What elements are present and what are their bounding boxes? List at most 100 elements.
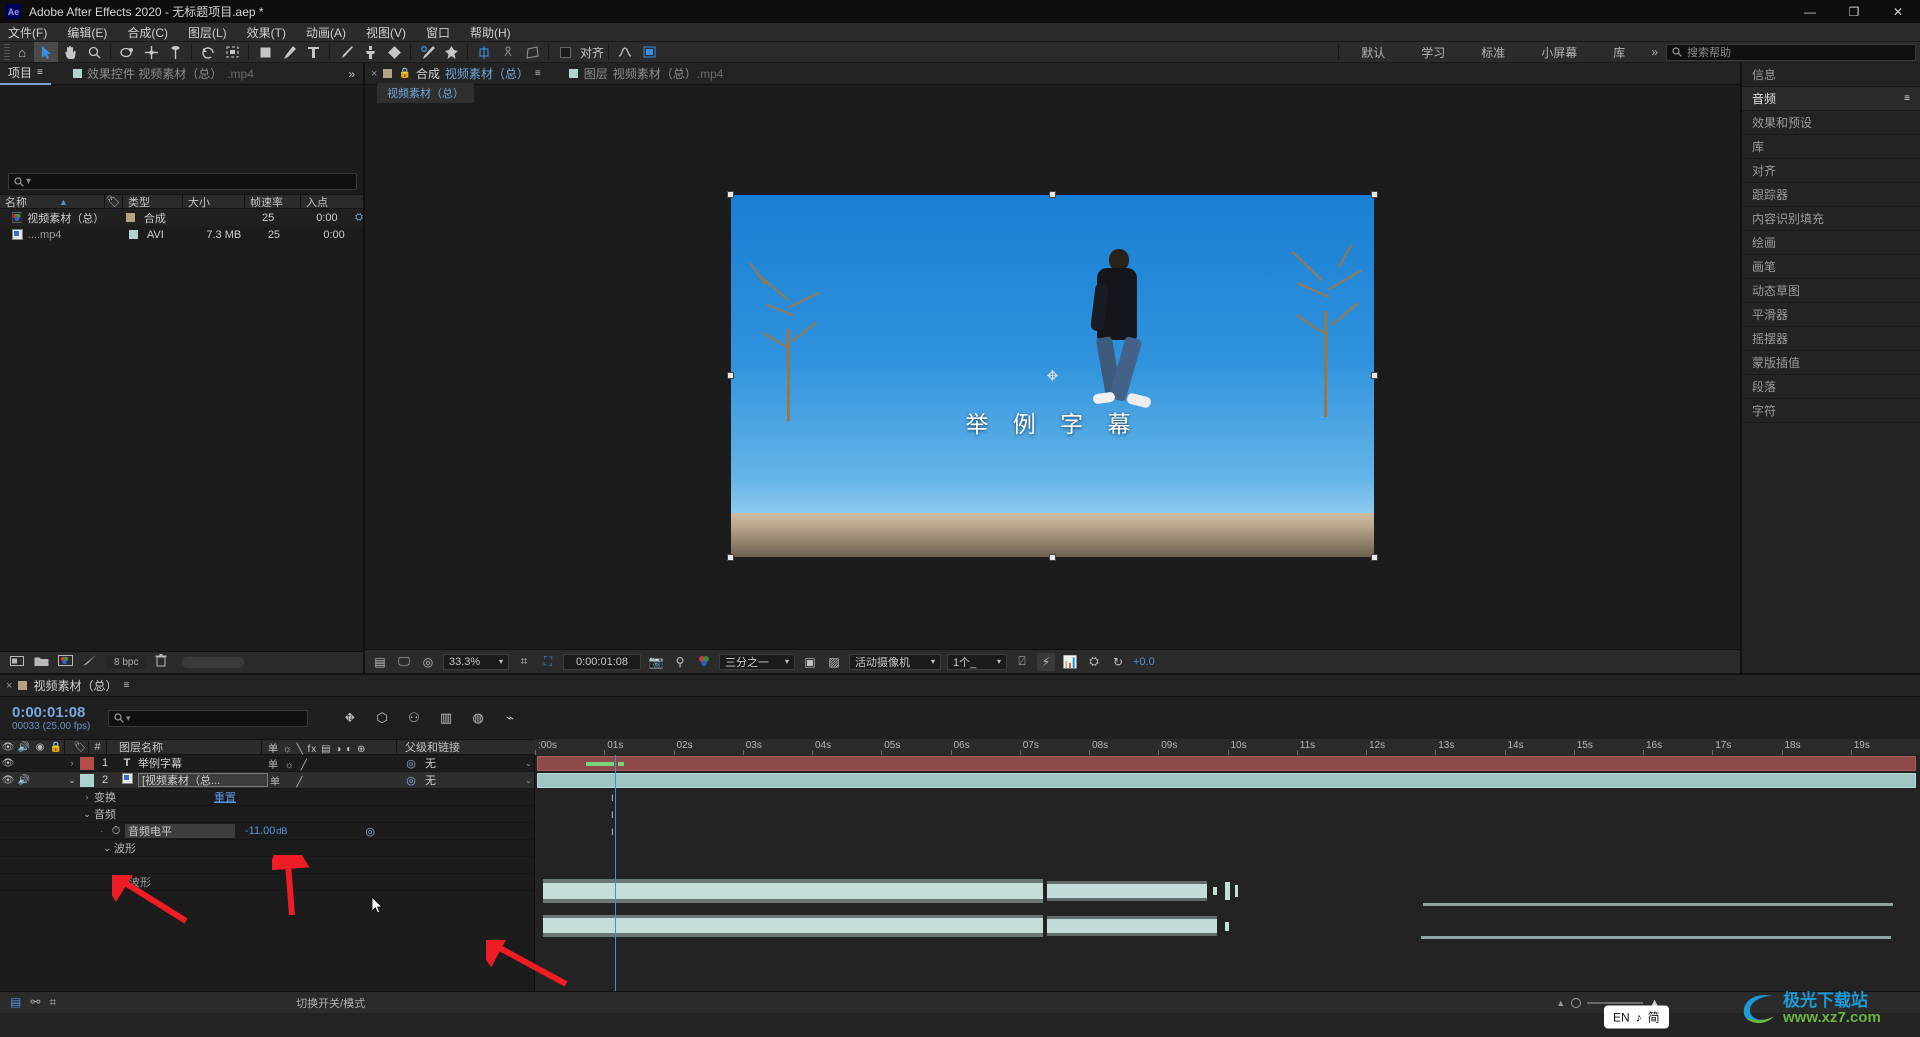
new-folder-icon[interactable] — [10, 654, 25, 672]
timeline-tab-close-icon[interactable]: × — [0, 680, 18, 692]
motion-icon[interactable]: ⌗ — [49, 995, 56, 1010]
keyframe-marker[interactable]: Ⅰ — [611, 827, 614, 838]
selection-tool-icon[interactable] — [34, 42, 58, 62]
keyframe-nav-icon[interactable]: · — [120, 877, 129, 887]
menu-edit[interactable]: 编辑(E) — [67, 24, 107, 41]
layer-bar-1[interactable] — [537, 756, 1916, 771]
twirl-arrow-icon[interactable]: › — [80, 792, 94, 802]
timeline-layer-row-1[interactable]: 👁 › 1 T 举例字幕 单 ☼ ╱ ◎ 无 ⌄ — [0, 755, 534, 772]
renderer-icon[interactable]: ◎ — [419, 653, 437, 671]
dock-item-libraries[interactable]: 库 — [1742, 135, 1920, 159]
home-icon[interactable]: ⌂ — [10, 42, 34, 62]
parent-pickwhip-icon[interactable]: ◎ — [401, 774, 421, 787]
selection-handle[interactable] — [727, 372, 734, 379]
search-dropdown-icon[interactable]: ▾ — [126, 713, 131, 724]
comp-timecode[interactable]: 0:00:01:08 — [563, 653, 641, 670]
property-row-waveform[interactable]: · 波形 — [0, 874, 534, 891]
reset-link[interactable]: 重置 — [214, 789, 236, 805]
keyframe-marker[interactable]: Ⅰ — [611, 793, 614, 804]
workspace-tab-default[interactable]: 默认 — [1343, 44, 1403, 61]
interpret-footage-icon[interactable] — [82, 654, 97, 672]
dock-item-wiggler[interactable]: 摇摆器 — [1742, 327, 1920, 351]
twirl-arrow-icon[interactable]: › — [64, 758, 80, 768]
type-tool-icon[interactable] — [301, 42, 325, 62]
audio-toggle-header-icon[interactable]: 🔊 — [16, 742, 32, 753]
column-inpoint[interactable]: 入点 — [301, 194, 359, 209]
composition-mini-flowchart-icon[interactable]: ⛖ — [338, 707, 362, 729]
comp-tab-menu-icon[interactable]: ≡ — [535, 68, 541, 79]
dock-item-audio[interactable]: 音频 ≡ — [1742, 87, 1920, 111]
video-toggle[interactable]: 👁 — [0, 775, 16, 786]
chevron-down-icon[interactable]: ⌄ — [525, 759, 532, 768]
dock-item-content-aware-fill[interactable]: 内容识别填充 — [1742, 207, 1920, 231]
timeline-tab-menu-icon[interactable]: ≡ — [123, 680, 129, 691]
composition-flowchart-icon[interactable]: ⛭ — [355, 212, 363, 223]
twirl-arrow-icon[interactable]: ⌄ — [100, 843, 114, 854]
motion-blur-icon[interactable] — [637, 42, 661, 62]
fast-preview-icon[interactable]: ⚡ — [1037, 652, 1055, 671]
selection-handle[interactable] — [1371, 372, 1378, 379]
views-select[interactable]: 1个_ ▾ — [947, 653, 1007, 670]
roto-brush-tool-icon[interactable] — [415, 42, 439, 62]
dock-item-tracker[interactable]: 跟踪器 — [1742, 183, 1920, 207]
project-row-chip[interactable] — [128, 230, 138, 239]
layer-tab-prefix[interactable]: 图层 — [584, 65, 608, 82]
frame-render-icon[interactable]: ▤ — [10, 995, 21, 1010]
dock-menu-icon[interactable]: ≡ — [1904, 93, 1910, 104]
dock-item-info[interactable]: 信息 — [1742, 63, 1920, 87]
video-toggle[interactable]: 👁 — [0, 758, 16, 769]
layer-switches[interactable]: 单 ☼ ╱ — [268, 756, 401, 771]
property-row-audio-levels[interactable]: · ⏱ 音频电平 -11.00 dB ◎ — [0, 823, 534, 840]
help-search-input[interactable]: 搜索帮助 — [1666, 43, 1916, 61]
align-vertical-icon[interactable] — [472, 42, 496, 62]
grid-choices-icon[interactable]: ⌗ — [515, 653, 533, 671]
project-tabs-overflow-icon[interactable]: » — [340, 67, 363, 81]
parent-link-header[interactable]: 父级和链接 — [396, 739, 460, 755]
ime-indicator[interactable]: EN ♪ 简 — [1604, 1005, 1669, 1029]
toggle-switches-modes-button[interactable]: 切换开关/模式 — [296, 995, 365, 1011]
layer-label-chip[interactable] — [80, 773, 94, 787]
parent-value[interactable]: 无 — [421, 772, 481, 788]
region-of-interest-icon[interactable]: ⛶ — [539, 653, 557, 671]
selection-handle[interactable] — [727, 191, 734, 198]
dock-item-mask-interpolation[interactable]: 蒙版插值 — [1742, 351, 1920, 375]
orbit-tool-icon[interactable] — [115, 42, 139, 62]
delete-icon[interactable] — [155, 653, 167, 672]
selection-handle[interactable] — [1371, 191, 1378, 198]
project-footer-pill[interactable] — [182, 657, 245, 668]
selection-handle[interactable] — [727, 554, 734, 561]
close-button[interactable]: ✕ — [1876, 0, 1920, 23]
menu-window[interactable]: 窗口 — [426, 24, 450, 41]
graph-editor-icon[interactable]: ⌁ — [498, 707, 522, 729]
zoom-level-select[interactable]: 33.3% ▾ — [443, 653, 509, 670]
reset-exposure-icon[interactable]: ↻ — [1109, 653, 1127, 671]
menu-animation[interactable]: 动画(A) — [306, 24, 346, 41]
property-row-transform[interactable]: › 变换 重置 — [0, 789, 534, 806]
timeline-search-input[interactable]: ▾ — [108, 709, 308, 727]
graph-editor-icon[interactable] — [613, 42, 637, 62]
puppet-pin-tool-icon[interactable] — [439, 42, 463, 62]
layer-name-input[interactable]: [视频素材（总... — [138, 773, 268, 787]
composition-viewer[interactable]: 举 例 字 幕 ✥ — [365, 103, 1740, 649]
comp-tab-close-icon[interactable]: × — [365, 68, 383, 80]
column-type[interactable]: 类型 — [123, 194, 183, 209]
folder-icon[interactable] — [34, 654, 49, 672]
dock-item-brushes[interactable]: 画笔 — [1742, 255, 1920, 279]
dock-item-character[interactable]: 字符 — [1742, 399, 1920, 423]
snap-checkbox[interactable] — [553, 42, 577, 62]
always-preview-icon[interactable]: ▤ — [371, 653, 389, 671]
channel-icon[interactable] — [695, 653, 713, 671]
chevron-down-icon[interactable]: ⌄ — [525, 776, 532, 785]
brush-tool-icon[interactable] — [334, 42, 358, 62]
mask-shape-icon[interactable] — [520, 42, 544, 62]
dock-item-paint[interactable]: 绘画 — [1742, 231, 1920, 255]
column-size[interactable]: 大小 — [183, 194, 245, 209]
menu-view[interactable]: 视图(V) — [366, 24, 406, 41]
pen-tool-icon[interactable] — [277, 42, 301, 62]
region-of-interest-icon[interactable] — [220, 42, 244, 62]
layer-name[interactable]: 举例字幕 — [138, 755, 268, 771]
property-row-waveform-group[interactable]: ⌄ 波形 — [0, 840, 534, 857]
keyframe-marker[interactable]: Ⅰ — [611, 810, 614, 821]
selection-handle[interactable] — [1371, 554, 1378, 561]
timeline-tracks[interactable]: Ⅰ Ⅰ Ⅰ — [535, 755, 1920, 991]
